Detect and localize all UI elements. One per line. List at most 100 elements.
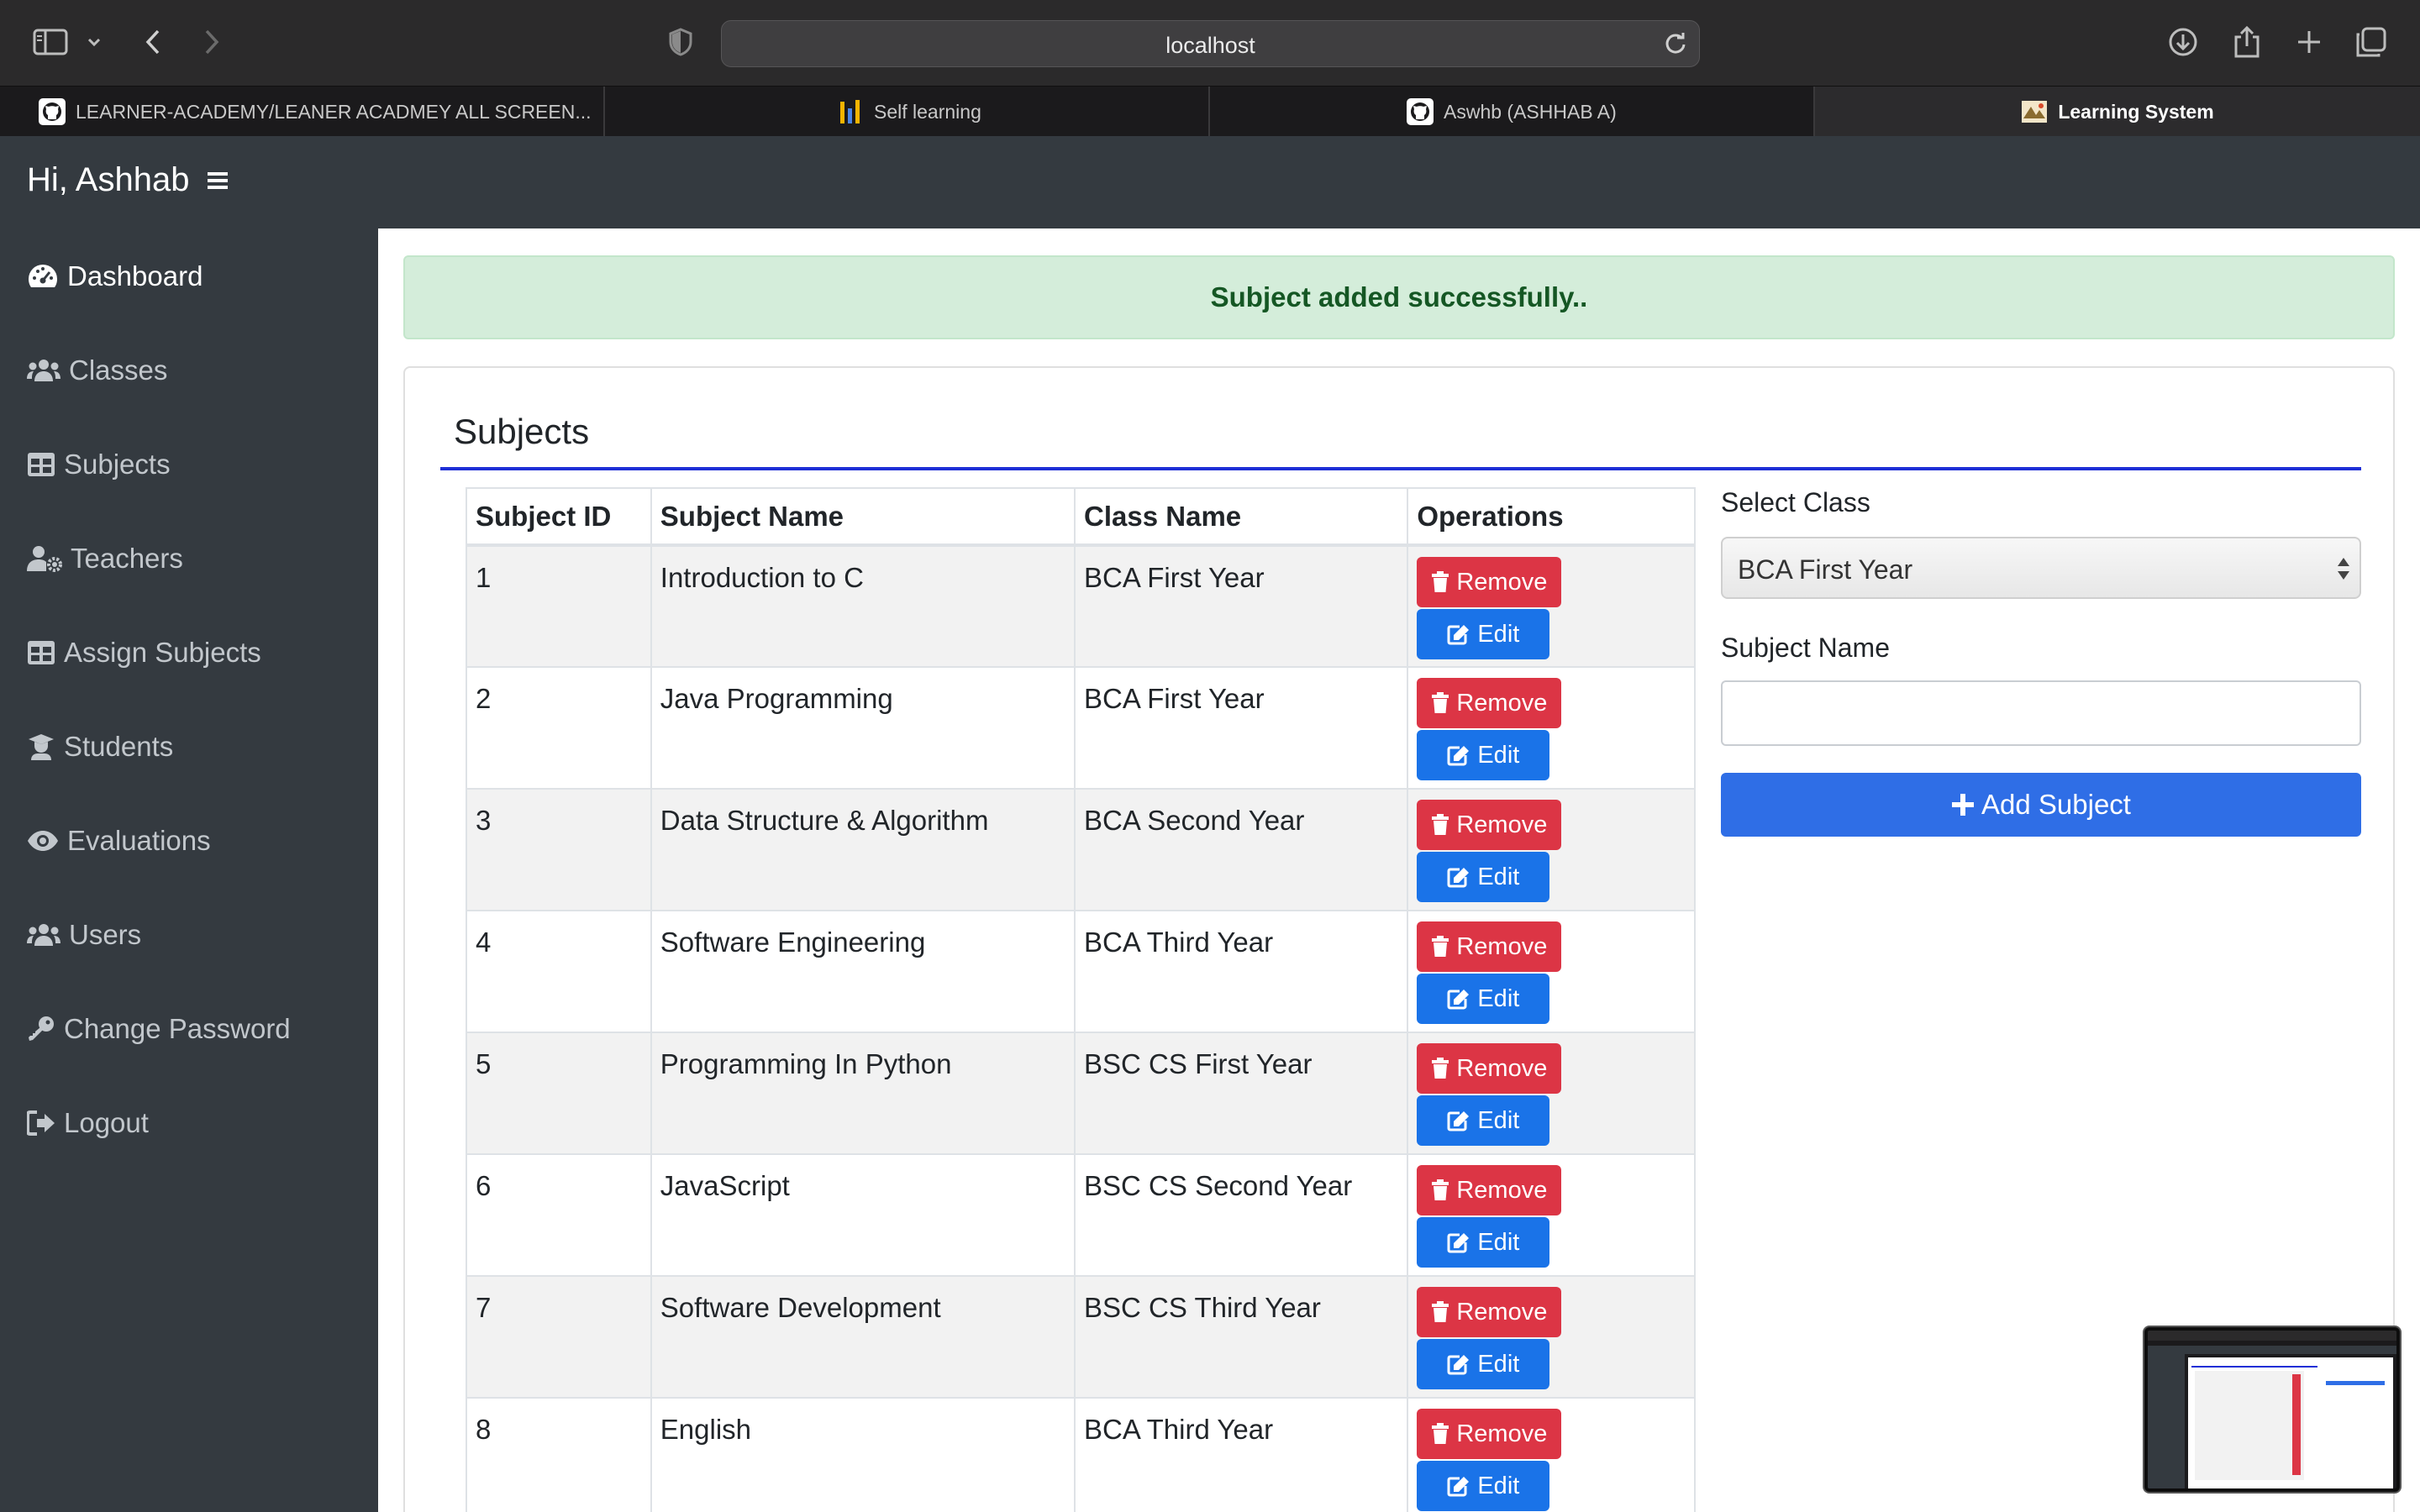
edit-button[interactable]: Edit bbox=[1417, 1217, 1550, 1268]
trash-icon bbox=[1432, 692, 1449, 713]
edit-label: Edit bbox=[1477, 741, 1520, 769]
sidebar-item-teachers[interactable]: Teachers bbox=[27, 538, 183, 580]
menu-toggle-icon[interactable] bbox=[206, 170, 229, 192]
edit-button[interactable]: Edit bbox=[1417, 609, 1550, 659]
edit-icon bbox=[1447, 625, 1470, 645]
remove-button[interactable]: Remove bbox=[1417, 1287, 1562, 1337]
add-subject-button[interactable]: Add Subject bbox=[1721, 773, 2361, 837]
cell-subject-name: Data Structure & Algorithm bbox=[650, 788, 1076, 911]
subject-name-label: Subject Name bbox=[1721, 633, 1890, 663]
cell-subject-id: 4 bbox=[466, 910, 652, 1033]
sidebar-item-label: Users bbox=[69, 919, 142, 950]
back-icon[interactable] bbox=[133, 22, 173, 62]
download-icon[interactable] bbox=[2163, 22, 2203, 62]
eye-icon bbox=[28, 831, 58, 851]
browser-tab-bar: LEARNER-ACADEMY/LEANER ACADMEY ALL SCREE… bbox=[0, 86, 2420, 137]
subjects-table: Subject ID Subject Name Class Name Opera… bbox=[466, 487, 1696, 1512]
tab-title: LEARNER-ACADEMY/LEANER ACADMEY ALL SCREE… bbox=[76, 100, 592, 123]
cell-class-name: BCA First Year bbox=[1074, 666, 1409, 790]
remove-button[interactable]: Remove bbox=[1417, 1043, 1562, 1094]
edit-icon bbox=[1447, 1477, 1470, 1497]
edit-label: Edit bbox=[1477, 620, 1520, 648]
sidebar-item-subjects[interactable]: Subjects bbox=[27, 444, 171, 486]
remove-button[interactable]: Remove bbox=[1417, 921, 1562, 972]
remove-button[interactable]: Remove bbox=[1417, 678, 1562, 728]
cell-subject-id: 7 bbox=[466, 1275, 652, 1399]
trash-icon bbox=[1432, 1058, 1449, 1079]
add-subject-label: Add Subject bbox=[1981, 789, 2131, 820]
edit-label: Edit bbox=[1477, 984, 1520, 1012]
cell-class-name: BCA Second Year bbox=[1074, 788, 1409, 911]
tab-title: Aswhb (ASHHAB A) bbox=[1444, 100, 1617, 123]
table-row: 7 Software Development BSC CS Third Year Re… bbox=[466, 1275, 1696, 1399]
tab-self-learning[interactable]: Self learning bbox=[605, 87, 1210, 137]
tab-learner-academy[interactable]: LEARNER-ACADEMY/LEANER ACADMEY ALL SCREE… bbox=[0, 87, 605, 137]
edit-button[interactable]: Edit bbox=[1417, 730, 1550, 780]
table-row: 2 Java Programming BCA First Year Remove Edi… bbox=[466, 666, 1696, 790]
users-icon bbox=[27, 360, 60, 381]
trash-icon bbox=[1432, 1179, 1449, 1200]
sidebar-toggle-icon[interactable] bbox=[30, 22, 71, 62]
sidebar-item-change-password[interactable]: Change Password bbox=[27, 1008, 291, 1050]
edit-icon bbox=[1447, 1111, 1470, 1131]
edit-button[interactable]: Edit bbox=[1417, 974, 1550, 1024]
cell-operations: Remove Edit bbox=[1407, 910, 1696, 1033]
table-row: 1 Introduction to C BCA First Year Remove Ed… bbox=[466, 544, 1696, 668]
edit-button[interactable]: Edit bbox=[1417, 1095, 1550, 1146]
card-title: Subjects bbox=[454, 412, 590, 451]
sidebar-item-label: Dashboard bbox=[67, 260, 203, 291]
cell-class-name: BCA First Year bbox=[1074, 544, 1409, 668]
tab-learning-system[interactable]: Learning System bbox=[1815, 87, 2420, 137]
remove-button[interactable]: Remove bbox=[1417, 800, 1562, 850]
edit-button[interactable]: Edit bbox=[1417, 1461, 1550, 1511]
trash-icon bbox=[1432, 936, 1449, 957]
address-bar[interactable]: localhost bbox=[721, 20, 1700, 67]
sidebar-item-label: Students bbox=[64, 731, 174, 762]
new-tab-icon[interactable] bbox=[2289, 22, 2329, 62]
cell-class-name: BSC CS Third Year bbox=[1074, 1275, 1409, 1399]
edit-label: Edit bbox=[1477, 1350, 1520, 1378]
cell-subject-id: 5 bbox=[466, 1032, 652, 1155]
chart-icon bbox=[840, 100, 860, 123]
edit-icon bbox=[1447, 1233, 1470, 1253]
sidebar-item-logout[interactable]: Logout bbox=[27, 1102, 149, 1144]
sidebar-item-dashboard[interactable]: Dashboard bbox=[27, 255, 203, 297]
select-arrows-icon bbox=[2336, 555, 2351, 582]
tab-aswhb[interactable]: Aswhb (ASHHAB A) bbox=[1210, 87, 1815, 137]
forward-icon[interactable] bbox=[192, 22, 232, 62]
cell-operations: Remove Edit bbox=[1407, 1032, 1696, 1155]
sidebar-item-students[interactable]: Students bbox=[27, 726, 173, 768]
share-icon[interactable] bbox=[2227, 22, 2267, 62]
remove-label: Remove bbox=[1456, 568, 1548, 596]
sidebar-item-classes[interactable]: Classes bbox=[27, 349, 167, 391]
reload-icon[interactable] bbox=[1664, 32, 1687, 55]
cell-class-name: BSC CS First Year bbox=[1074, 1032, 1409, 1155]
sidebar-item-users[interactable]: Users bbox=[27, 914, 141, 956]
screenshot-thumbnail[interactable] bbox=[2144, 1327, 2400, 1492]
trash-icon bbox=[1432, 1423, 1449, 1444]
edit-button[interactable]: Edit bbox=[1417, 1339, 1550, 1389]
class-select[interactable]: BCA First Year bbox=[1721, 537, 2361, 599]
cell-subject-id: 6 bbox=[466, 1153, 652, 1277]
column-header-subject-name: Subject Name bbox=[650, 487, 1076, 547]
trash-icon bbox=[1432, 814, 1449, 835]
sidebar-item-evaluations[interactable]: Evaluations bbox=[27, 820, 211, 862]
cell-subject-name: Introduction to C bbox=[650, 544, 1076, 668]
plus-icon bbox=[1952, 794, 1975, 816]
remove-label: Remove bbox=[1456, 689, 1548, 717]
shield-icon[interactable] bbox=[660, 22, 701, 62]
remove-button[interactable]: Remove bbox=[1417, 1165, 1562, 1215]
sidebar-item-assign-subjects[interactable]: Assign Subjects bbox=[27, 632, 261, 674]
chevron-down-icon[interactable] bbox=[77, 22, 111, 62]
browser-toolbar: localhost bbox=[0, 0, 2420, 86]
remove-button[interactable]: Remove bbox=[1417, 1409, 1562, 1459]
edit-button[interactable]: Edit bbox=[1417, 852, 1550, 902]
sidebar-item-label: Subjects bbox=[64, 449, 171, 480]
tab-overview-icon[interactable] bbox=[2351, 22, 2391, 62]
sidebar-item-label: Evaluations bbox=[67, 825, 211, 856]
cell-operations: Remove Edit bbox=[1407, 1275, 1696, 1399]
github-icon bbox=[1407, 98, 1434, 125]
app-logo-icon bbox=[2022, 101, 2048, 123]
subject-name-input[interactable] bbox=[1721, 680, 2361, 746]
remove-button[interactable]: Remove bbox=[1417, 557, 1562, 607]
